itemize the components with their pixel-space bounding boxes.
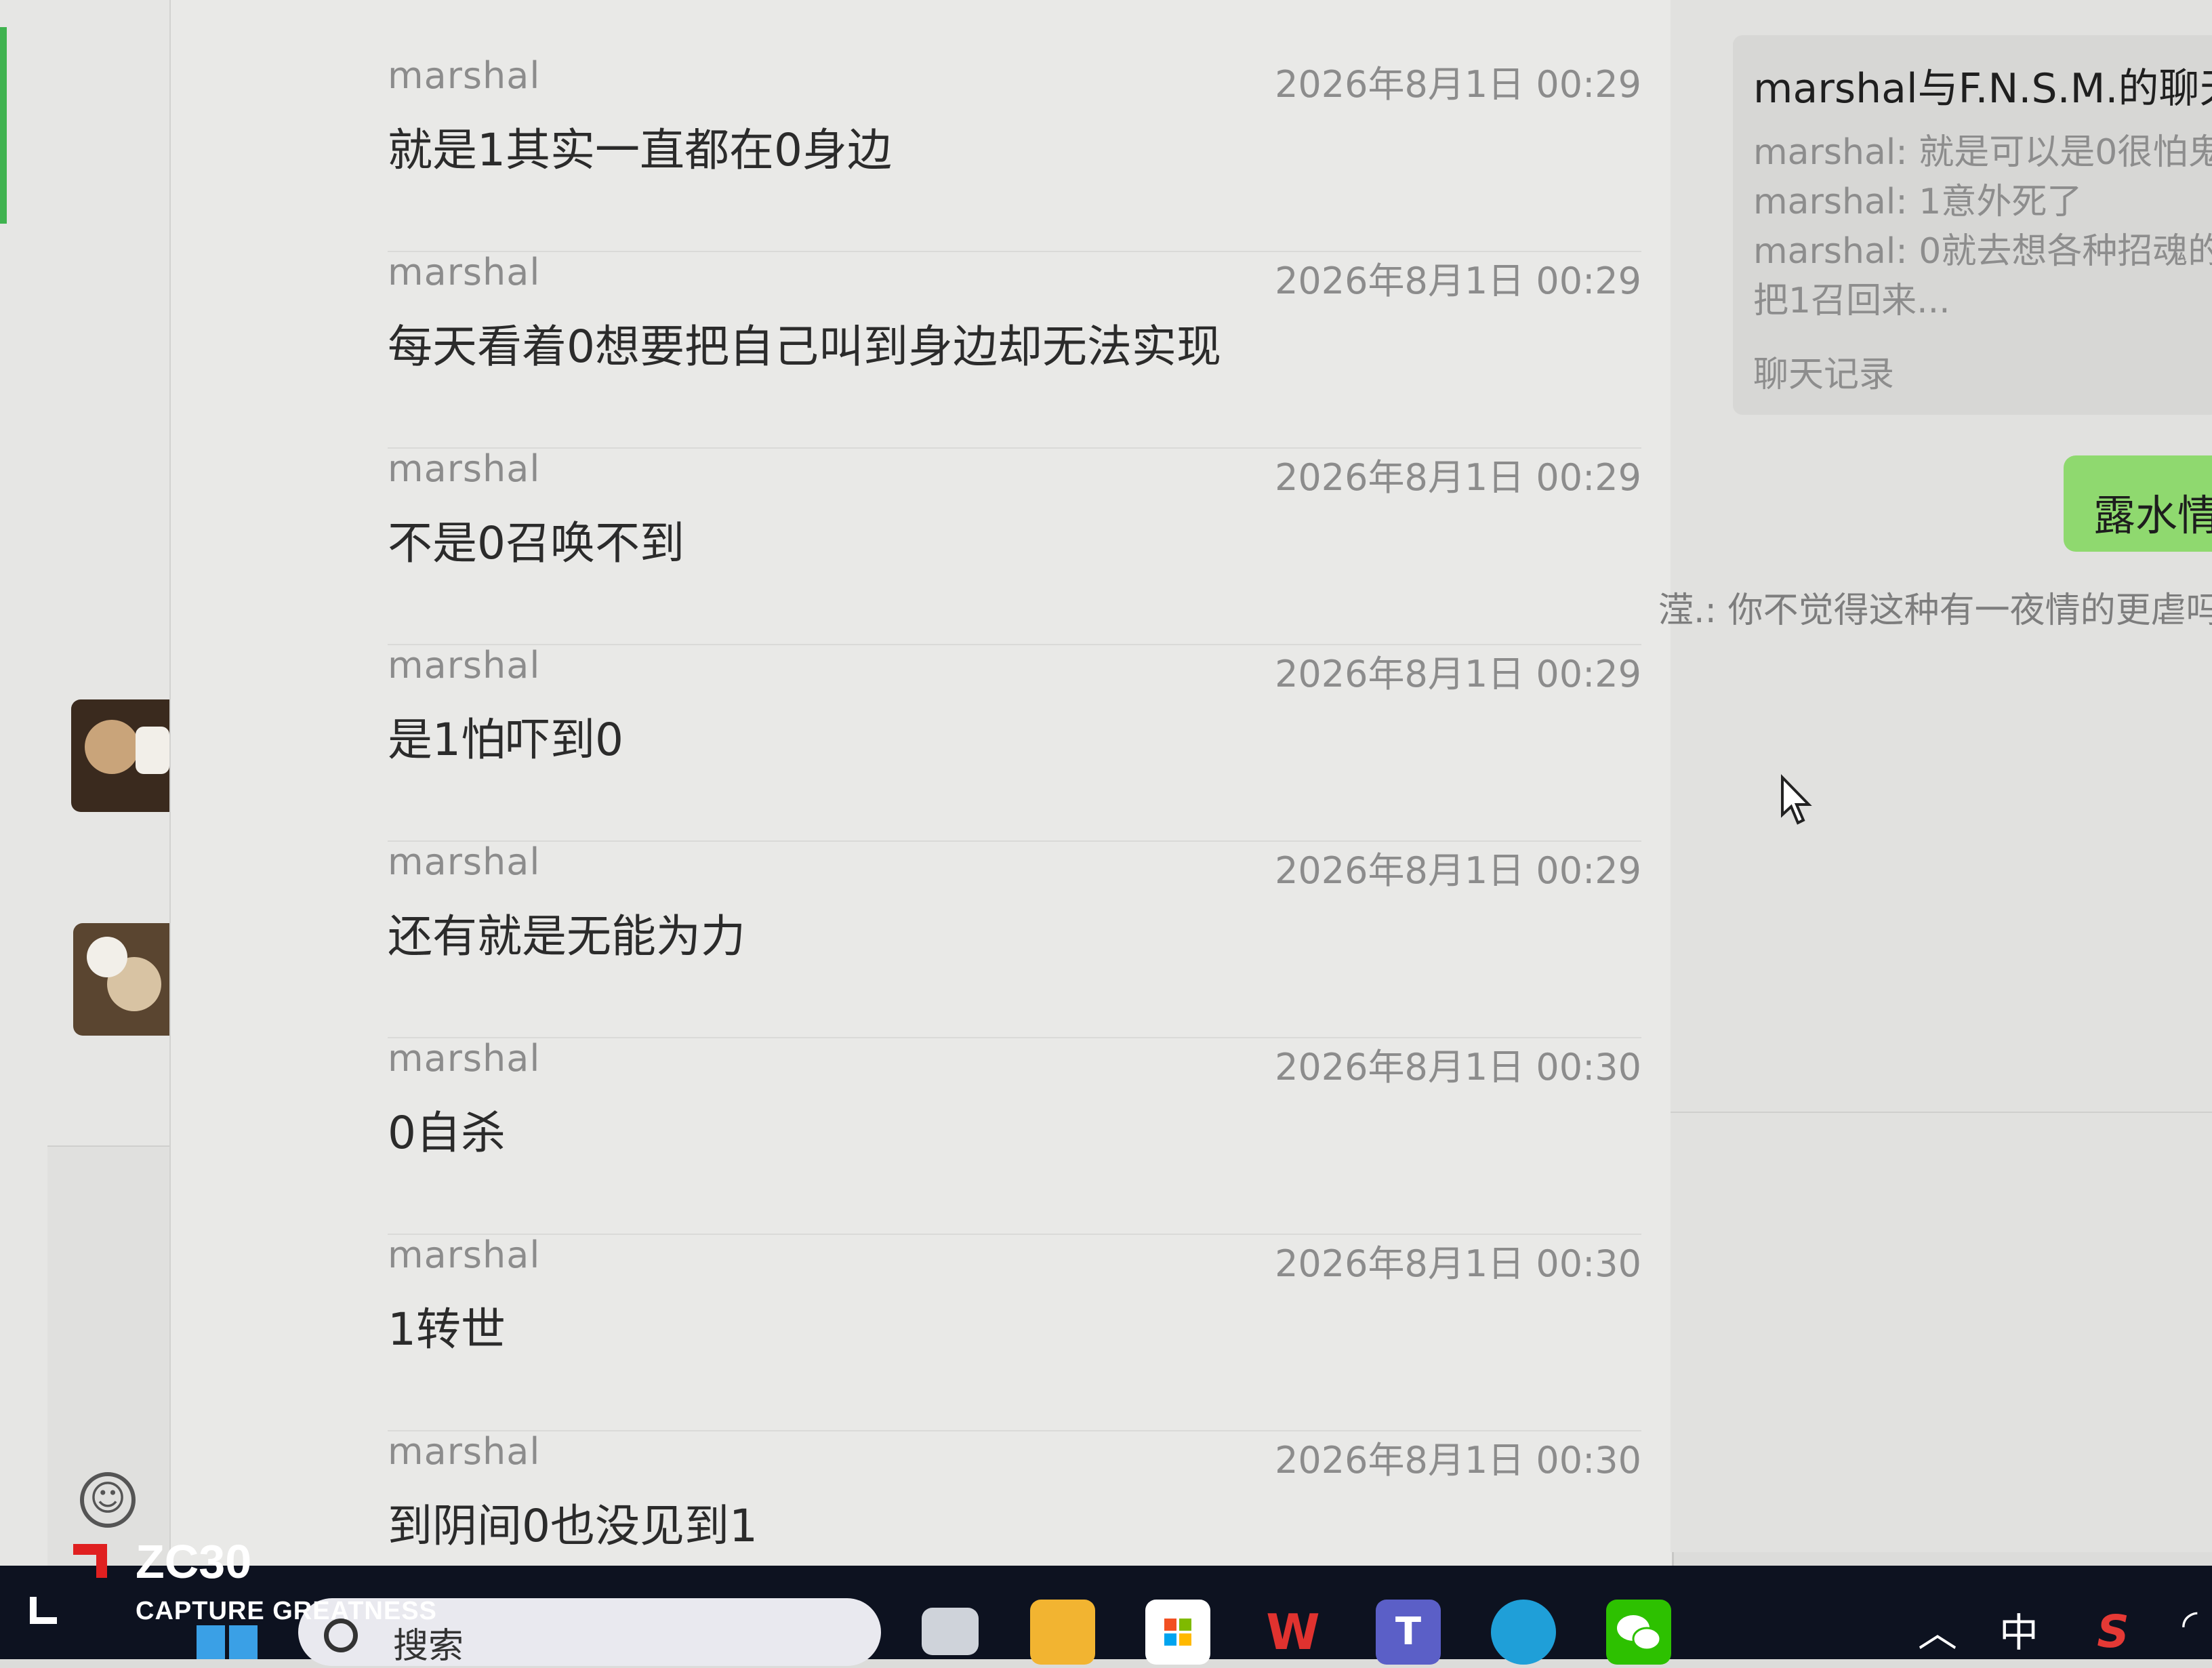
microsoft-store-icon[interactable]	[1145, 1600, 1210, 1665]
message-item: marshal 2026年8月1日 00:29 还有就是无能为力	[388, 840, 1641, 1038]
windows-start-icon[interactable]	[197, 1625, 258, 1659]
message-item: marshal 2026年8月1日 00:30 1转世	[388, 1234, 1641, 1431]
tray-chevron-icon[interactable]: ︿	[1918, 1601, 1957, 1658]
message-sender: marshal	[388, 644, 541, 687]
message-time: 2026年8月1日 00:30	[1275, 1242, 1641, 1285]
chat-window-left-strip: ☺	[0, 0, 190, 1567]
message-time: 2026年8月1日 00:29	[1275, 653, 1641, 695]
sent-message-bubble[interactable]: 露水情	[2064, 455, 2212, 552]
message-text: 到阴间0也没见到1	[388, 1500, 758, 1552]
forwarded-card-line: marshal: 1意外死了	[1753, 182, 2083, 222]
message-time: 2026年8月1日 00:29	[1275, 63, 1641, 106]
camera-slogan-watermark: CAPTURE GREATNESS	[136, 1597, 437, 1625]
forwarded-card-footer: 聊天记录	[1753, 354, 1895, 395]
camera-brand-logo-icon	[73, 1544, 107, 1578]
emoji-icon[interactable]: ☺	[80, 1472, 136, 1528]
camera-frame-corner-icon	[30, 1597, 57, 1624]
mouse-cursor-icon	[1781, 774, 1812, 825]
sent-message-text: 露水情	[2093, 491, 2212, 540]
message-item: marshal 2026年8月1日 00:29 是1怕吓到0	[388, 644, 1641, 842]
message-time: 2026年8月1日 00:30	[1275, 1046, 1641, 1089]
sogou-input-icon[interactable]: S	[2081, 1600, 2146, 1665]
forwarded-card-line: 把1召回来...	[1753, 281, 1950, 321]
message-item: marshal 2026年8月1日 00:29 就是1其实一直都在0身边	[388, 54, 1641, 252]
message-item: marshal 2026年8月1日 00:29 每天看着0想要把自己叫到身边却无…	[388, 251, 1641, 449]
message-text: 不是0召唤不到	[388, 517, 684, 569]
message-text: 1转世	[388, 1303, 506, 1356]
forwarded-card-line: marshal: 就是可以是0很怕鬼	[1753, 132, 2212, 173]
message-text: 0自杀	[388, 1107, 506, 1159]
message-sender: marshal	[388, 1234, 541, 1276]
message-sender: marshal	[388, 1037, 541, 1080]
file-explorer-icon[interactable]	[1030, 1600, 1095, 1665]
message-time: 2026年8月1日 00:29	[1275, 260, 1641, 302]
forwarded-card-line: marshal: 0就去想各种招魂的	[1753, 231, 2212, 272]
edge-icon[interactable]	[1491, 1600, 1556, 1665]
message-time: 2026年8月1日 00:30	[1275, 1439, 1641, 1482]
wps-office-icon[interactable]: W	[1261, 1600, 1326, 1665]
message-sender: marshal	[388, 251, 541, 293]
message-item: marshal 2026年8月1日 00:30 0自杀	[388, 1037, 1641, 1235]
wechat-icon[interactable]	[1606, 1600, 1671, 1665]
message-item: marshal 2026年8月1日 00:29 不是0召唤不到	[388, 447, 1641, 645]
avatar[interactable]	[73, 923, 182, 1036]
camera-model-watermark: ZC30	[136, 1535, 252, 1588]
message-text: 每天看着0想要把自己叫到身边却无法实现	[388, 321, 1221, 373]
message-text: 还有就是无能为力	[388, 910, 745, 962]
chat-history-panel[interactable]: marshal 2026年8月1日 00:29 就是1其实一直都在0身边 mar…	[169, 0, 1674, 1566]
chat-conversation-area[interactable]: marshal与F.N.S.M.的聊天 marshal: 就是可以是0很怕鬼 m…	[1658, 0, 2212, 1552]
message-sender: marshal	[388, 1430, 541, 1473]
message-time: 2026年8月1日 00:29	[1275, 456, 1641, 499]
message-text: 就是1其实一直都在0身边	[388, 124, 892, 176]
forwarded-card-title: marshal与F.N.S.M.的聊天	[1753, 65, 2212, 113]
message-sender: marshal	[388, 54, 541, 97]
divider	[1671, 1112, 2212, 1113]
ime-indicator[interactable]: 中	[1999, 1601, 2039, 1658]
message-sender: marshal	[388, 447, 541, 490]
wifi-icon[interactable]: ◜	[2182, 1601, 2197, 1647]
task-view-icon[interactable]	[922, 1608, 979, 1655]
message-sender: marshal	[388, 840, 541, 883]
quoted-reply-preview: 滢.: 你不觉得这种有一夜情的更虐吗	[1658, 590, 2212, 631]
message-text: 是1怕吓到0	[388, 714, 623, 766]
message-time: 2026年8月1日 00:29	[1275, 849, 1641, 892]
forwarded-chat-record-card[interactable]: marshal与F.N.S.M.的聊天 marshal: 就是可以是0很怕鬼 m…	[1733, 35, 2212, 415]
avatar[interactable]	[71, 699, 180, 812]
active-indicator	[0, 27, 7, 224]
teams-icon[interactable]: T	[1376, 1600, 1441, 1665]
